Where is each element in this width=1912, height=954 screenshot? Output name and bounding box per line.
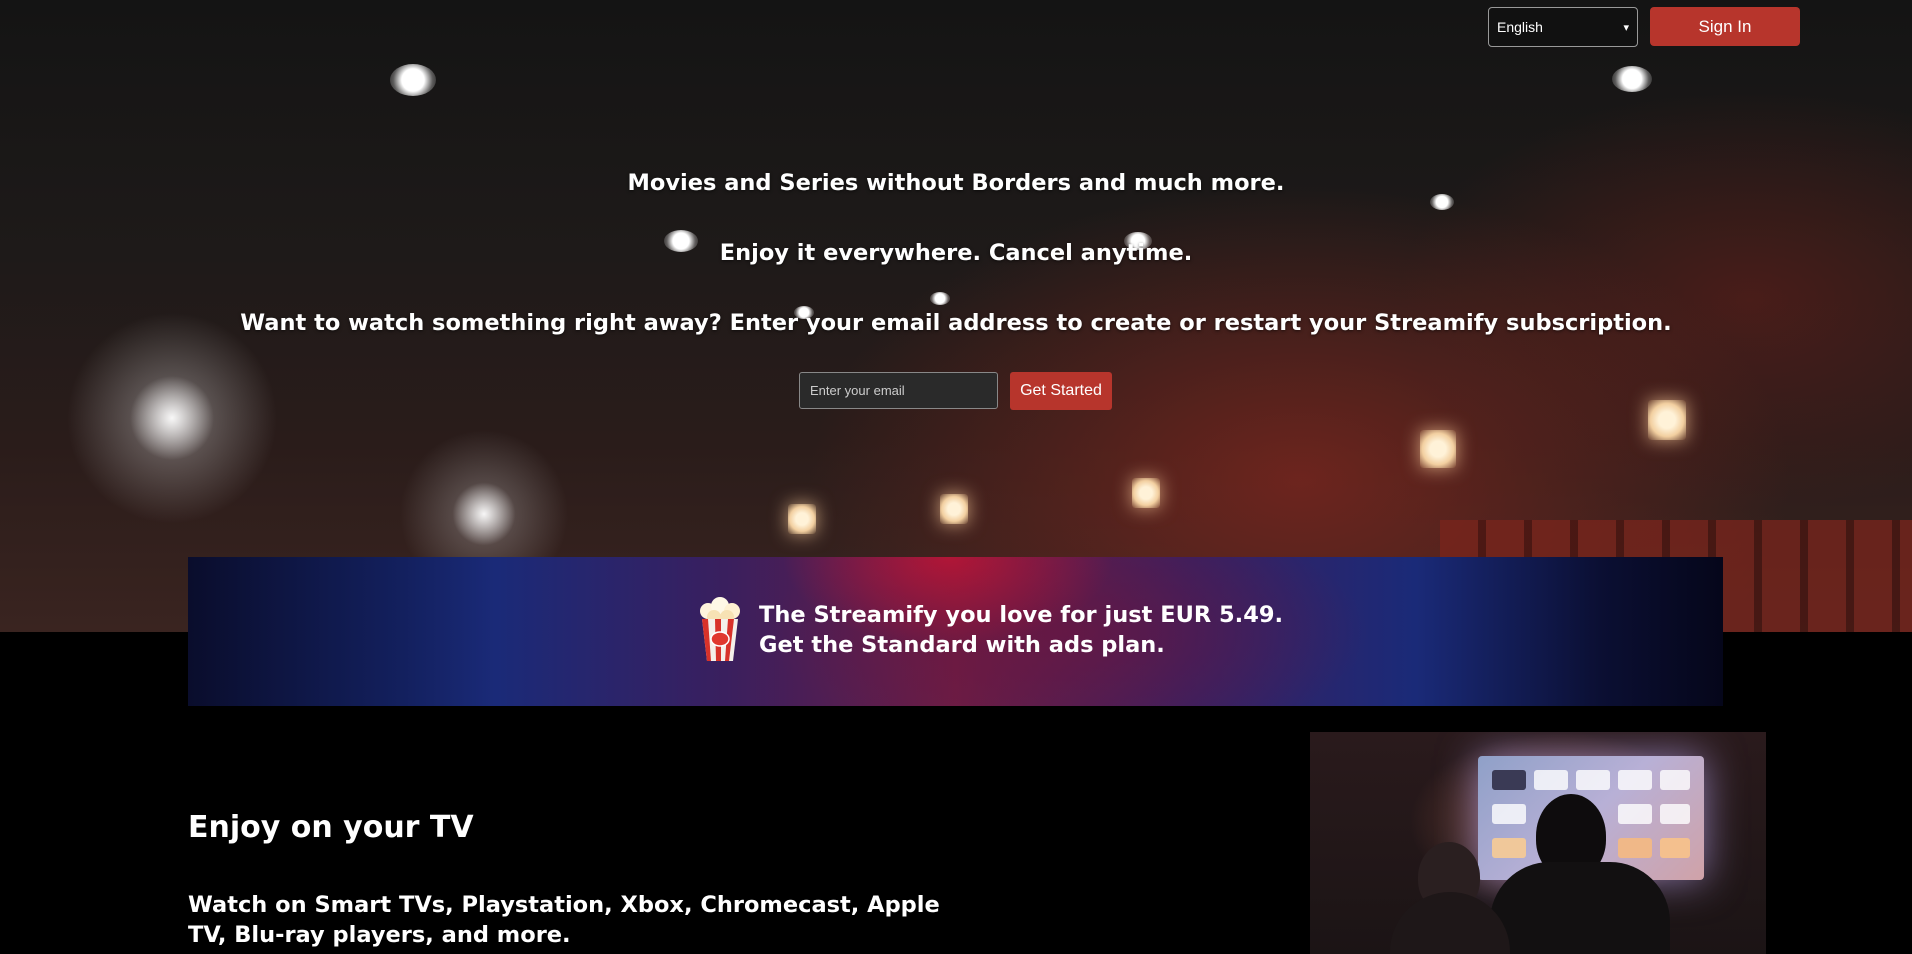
tv-tile [1618, 770, 1652, 790]
ceiling-light [1430, 194, 1454, 210]
wall-lamp [788, 504, 816, 534]
ceiling-light [1612, 66, 1652, 92]
tv-tile [1660, 838, 1690, 858]
language-select-value: English [1497, 19, 1543, 35]
email-input[interactable]: Enter your email [799, 372, 998, 409]
promo-line-2: Get the Standard with ads plan. [759, 632, 1165, 658]
tv-tile [1576, 770, 1610, 790]
get-started-button[interactable]: Get Started [1010, 372, 1112, 410]
tv-tile [1492, 804, 1526, 824]
promo-line-1: The Streamify you love for just EUR 5.49… [759, 602, 1284, 628]
tv-tile [1660, 770, 1690, 790]
sign-in-button[interactable]: Sign In [1650, 7, 1800, 46]
popcorn-icon [700, 597, 740, 661]
chevron-down-icon: ▾ [1623, 21, 1629, 34]
tv-viewing-image [1310, 732, 1766, 954]
hero-section: English ▾ Sign In Movies and Series with… [0, 0, 1912, 632]
hero-subheadline: Enjoy it everywhere. Cancel anytime. [719, 240, 1193, 266]
language-select[interactable]: English ▾ [1488, 7, 1638, 47]
ceiling-light [390, 64, 436, 96]
promo-banner: The Streamify you love for just EUR 5.49… [188, 557, 1723, 706]
viewer-body [1390, 892, 1510, 954]
hero-prompt: Want to watch something right away? Ente… [240, 310, 1672, 336]
tv-tile [1534, 770, 1568, 790]
ceiling-light [930, 292, 950, 305]
promo-text: The Streamify you love for just EUR 5.49… [759, 600, 1283, 660]
tv-section-description: Watch on Smart TVs, Playstation, Xbox, C… [188, 892, 940, 948]
viewer-body [1490, 862, 1670, 954]
wall-lamp [1420, 430, 1456, 468]
tv-section-title: Enjoy on your TV [188, 810, 474, 845]
tv-tile [1492, 838, 1526, 858]
tv-tile [1618, 804, 1652, 824]
hero-headline: Movies and Series without Borders and mu… [627, 170, 1285, 196]
email-placeholder: Enter your email [810, 383, 905, 398]
tv-tile [1492, 770, 1526, 790]
tv-tile [1660, 804, 1690, 824]
tv-tile [1618, 838, 1652, 858]
wall-lamp [1132, 478, 1160, 508]
wall-lamp [1648, 400, 1686, 440]
wall-lamp [940, 494, 968, 524]
